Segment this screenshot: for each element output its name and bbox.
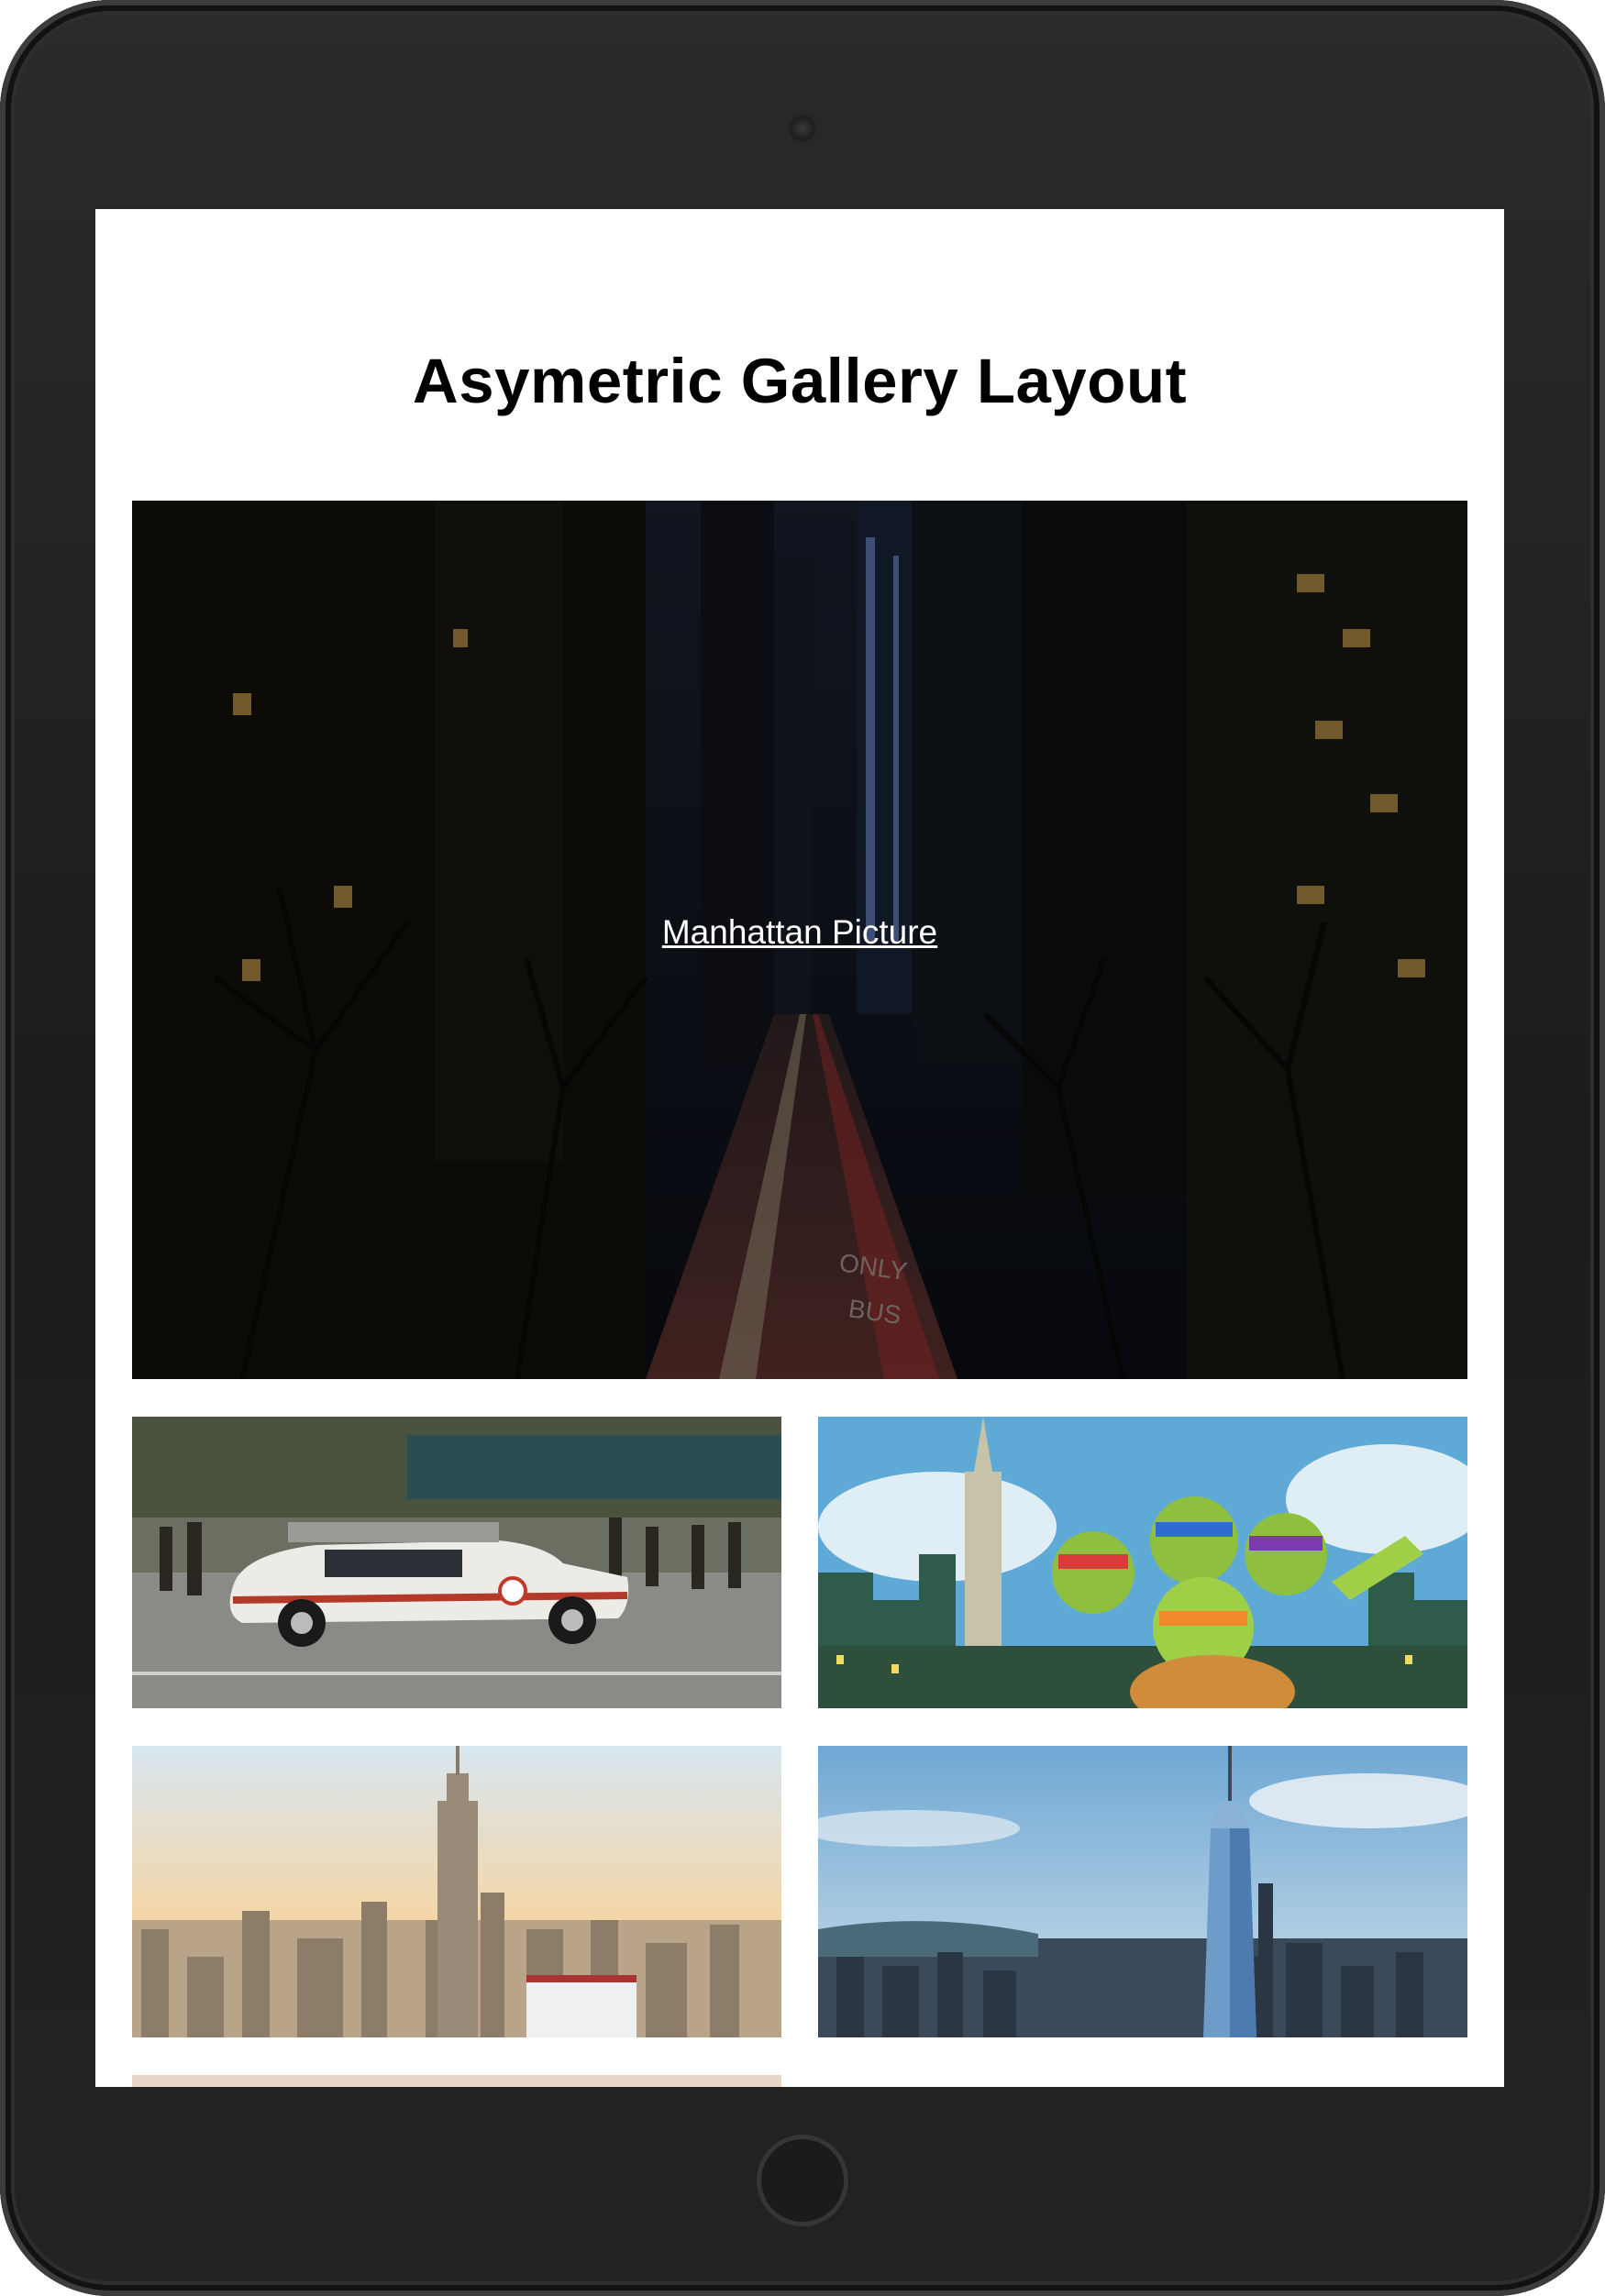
gallery-tile-one-world-trade[interactable] xyxy=(818,1746,1467,2037)
camera-icon xyxy=(790,116,815,141)
cartoon-image xyxy=(818,1417,1467,1708)
gallery-tile-car[interactable] xyxy=(132,1417,781,1708)
gallery-hero-tile[interactable]: ONLY BUS Manhattan Picture xyxy=(132,501,1467,1379)
tablet-frame: Asymetric Gallery Layout ONLY BUS Manhat… xyxy=(0,0,1605,2296)
home-button[interactable] xyxy=(757,2135,848,2226)
hero-caption-link[interactable]: Manhattan Picture xyxy=(132,913,1467,952)
gallery-tile-cartoon[interactable] xyxy=(818,1417,1467,1708)
skyline-image xyxy=(132,1746,781,2037)
gallery-tile-empire-state[interactable] xyxy=(132,1746,781,2037)
car-image xyxy=(132,1417,781,1708)
page-title: Asymetric Gallery Layout xyxy=(412,346,1188,416)
image xyxy=(132,2075,781,2087)
screen: Asymetric Gallery Layout ONLY BUS Manhat… xyxy=(95,209,1504,2087)
skyline-image xyxy=(818,1746,1467,2037)
gallery-tile-partial[interactable] xyxy=(132,2075,781,2087)
